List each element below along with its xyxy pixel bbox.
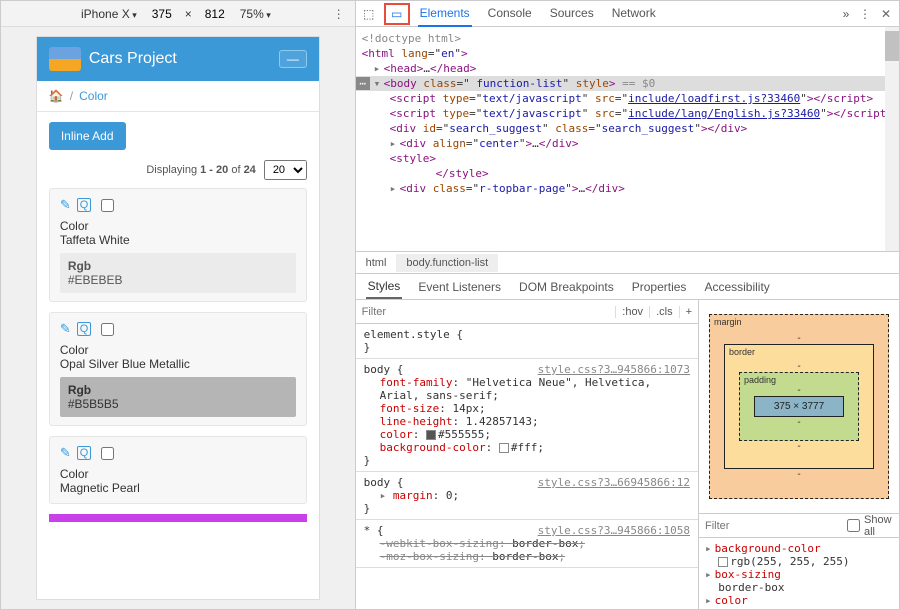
show-all-label: Show all [864, 514, 893, 538]
device-selector[interactable]: iPhone X [81, 7, 137, 21]
app-header: Cars Project — [37, 37, 319, 81]
color-value: Opal Silver Blue Metallic [60, 357, 296, 371]
edit-icon[interactable]: ✎ [60, 321, 71, 337]
inspect-icon[interactable]: ⬚ [356, 7, 382, 21]
computed-filter-row: Show all [699, 514, 899, 538]
device-dimensions: × [145, 7, 232, 21]
color-value: Magnetic Pearl [60, 481, 296, 495]
overflow-icon[interactable]: » [833, 7, 859, 21]
crumb-body[interactable]: body.function-list [396, 254, 498, 272]
tab-console[interactable]: Console [486, 1, 534, 27]
computed-list[interactable]: ▸background-color rgb(255, 255, 255)▸box… [699, 538, 899, 609]
tree-div[interactable]: <div id="search_suggest" class="search_s… [356, 121, 899, 136]
tree-style[interactable]: <style> [356, 151, 899, 166]
tree-html[interactable]: <html lang="en"> [356, 46, 899, 61]
record-card: ✎ Q Color Opal Silver Blue Metallic Rgb … [49, 312, 307, 426]
color-label: Color [60, 467, 296, 481]
device-toggle-icon[interactable]: ▭ [384, 3, 410, 25]
select-checkbox[interactable] [101, 199, 114, 212]
styles-filter-input[interactable] [356, 306, 616, 318]
devtools-tabs: Elements Console Sources Network [412, 1, 833, 27]
height-input[interactable] [198, 7, 232, 21]
tab-sources[interactable]: Sources [548, 1, 596, 27]
pagination: Displaying 1 - 20 of 24 20 [37, 160, 319, 188]
inline-add-button[interactable]: Inline Add [49, 122, 126, 150]
rgb-swatch: Rgb #EBEBEB [60, 253, 296, 293]
color-label: Color [60, 343, 296, 357]
width-input[interactable] [145, 7, 179, 21]
breadcrumb-current[interactable]: Color [79, 89, 108, 103]
subtab-properties[interactable]: Properties [630, 276, 689, 298]
kebab-icon[interactable]: ⋮ [859, 7, 871, 21]
pagination-text: Displaying 1 - 20 of 24 [146, 164, 256, 176]
breadcrumb: 🏠 / Color [37, 81, 319, 112]
device-toolbar: iPhone X × 75% ⋮ [1, 1, 355, 27]
home-icon[interactable]: 🏠 [49, 89, 64, 103]
tree-doctype: <!doctype html> [356, 31, 899, 46]
crumb-html[interactable]: html [356, 254, 397, 272]
tree-div[interactable]: ▸<div class="r-topbar-page">…</div> [356, 181, 899, 196]
tree-div[interactable]: ▸<div align="center">…</div> [356, 136, 899, 151]
styles-rules[interactable]: element.style {}body {style.css?3…945866… [356, 324, 698, 609]
show-all-checkbox[interactable] [847, 519, 860, 532]
computed-item[interactable]: ▸background-color rgb(255, 255, 255) [705, 542, 893, 568]
hamburger-icon[interactable]: — [279, 50, 307, 68]
color-label: Color [60, 219, 296, 233]
edit-icon[interactable]: ✎ [60, 445, 71, 461]
cars-logo-icon [49, 47, 81, 71]
tree-head[interactable]: ▸<head>…</head> [356, 61, 899, 76]
search-icon[interactable]: Q [77, 322, 92, 336]
search-icon[interactable]: Q [77, 446, 92, 460]
tab-network[interactable]: Network [610, 1, 658, 27]
color-value: Taffeta White [60, 233, 296, 247]
kebab-icon[interactable]: ⋮ [333, 7, 345, 21]
subtab-styles[interactable]: Styles [366, 275, 403, 299]
computed-item[interactable]: ▸box-sizing border-box [705, 568, 893, 594]
box-model[interactable]: margin - border - padding - 375 × 3777 - [699, 300, 899, 514]
tree-script[interactable]: <script type="text/javascript" src="incl… [356, 91, 899, 106]
hov-toggle[interactable]: :hov [615, 306, 649, 318]
edit-icon[interactable]: ✎ [60, 197, 71, 213]
rgb-swatch: Rgb #B5B5B5 [60, 377, 296, 417]
computed-filter-input[interactable] [705, 520, 847, 532]
tab-elements[interactable]: Elements [418, 1, 472, 27]
cls-toggle[interactable]: .cls [649, 306, 679, 318]
breadcrumb-trail: html body.function-list [356, 252, 899, 274]
device-viewport: Cars Project — 🏠 / Color Inline Add Disp… [1, 27, 355, 609]
subtab-event-listeners[interactable]: Event Listeners [416, 276, 503, 298]
select-checkbox[interactable] [101, 447, 114, 460]
record-card: ✎ Q Color Taffeta White Rgb #EBEBEB [49, 188, 307, 302]
search-icon[interactable]: Q [77, 198, 92, 212]
record-card: ✎ Q Color Magnetic Pearl [49, 436, 307, 504]
computed-item[interactable]: ▸color rgb(85, 85, 85) [705, 594, 893, 609]
styles-filter-row: :hov .cls + [356, 300, 698, 324]
page-size-select[interactable]: 20 [264, 160, 307, 180]
tree-style-close[interactable]: </style> [356, 166, 899, 181]
rgb-swatch-peek [49, 514, 307, 522]
close-icon[interactable]: ✕ [881, 7, 891, 21]
elements-tree[interactable]: <!doctype html> <html lang="en"> ▸<head>… [356, 27, 899, 251]
devtools-toolbar: ⬚ ▭ Elements Console Sources Network » ⋮ ✕ [356, 1, 899, 27]
app-title: Cars Project [89, 50, 271, 68]
scrollbar[interactable] [885, 27, 899, 251]
subtab-accessibility[interactable]: Accessibility [702, 276, 771, 298]
device-frame: Cars Project — 🏠 / Color Inline Add Disp… [37, 37, 319, 599]
tree-script[interactable]: <script type="text/javascript" src="incl… [356, 106, 899, 121]
zoom-selector[interactable]: 75% [240, 7, 271, 21]
breadcrumb-separator: / [70, 89, 73, 103]
subtab-dom-breakpoints[interactable]: DOM Breakpoints [517, 276, 616, 298]
select-checkbox[interactable] [101, 323, 114, 336]
box-model-content: 375 × 3777 [754, 396, 844, 417]
tree-body[interactable]: ▾<body class=" function-list" style> == … [356, 76, 899, 91]
styles-subtabs: Styles Event Listeners DOM Breakpoints Prop… [356, 274, 899, 300]
new-rule-button[interactable]: + [679, 306, 698, 318]
